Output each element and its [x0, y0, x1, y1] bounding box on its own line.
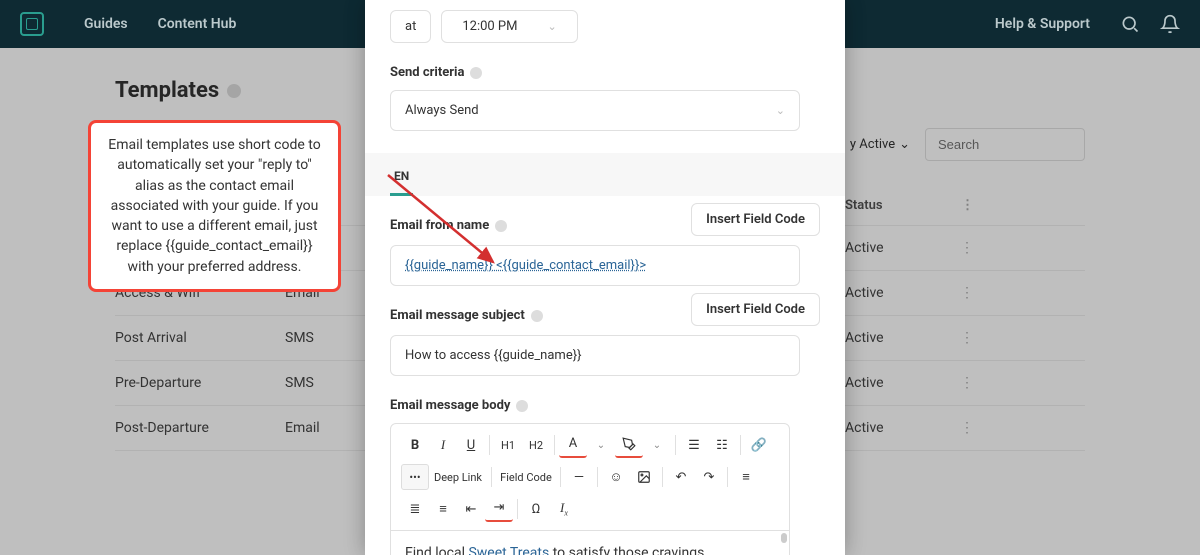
- image-button[interactable]: [630, 464, 658, 490]
- align-left-button[interactable]: ≡: [732, 464, 760, 490]
- time-at-label: at: [390, 10, 431, 43]
- scrollbar-thumb[interactable]: [781, 533, 787, 543]
- email-subject-label: Email message subject: [390, 308, 543, 323]
- bell-icon[interactable]: [1160, 14, 1180, 34]
- deep-link-button[interactable]: Deep Link: [429, 464, 487, 490]
- callout-text: Email templates use short code to automa…: [108, 137, 320, 275]
- search-icon[interactable]: [1120, 14, 1140, 34]
- email-from-label: Email from name: [390, 218, 507, 233]
- nav-help-support[interactable]: Help & Support: [995, 16, 1090, 32]
- italic-button[interactable]: I: [429, 432, 457, 458]
- indent-button[interactable]: ⇥: [485, 496, 513, 522]
- help-icon[interactable]: [470, 67, 482, 79]
- help-icon[interactable]: [495, 220, 507, 232]
- link-button[interactable]: 🔗: [745, 432, 773, 458]
- send-criteria-label: Send criteria: [390, 65, 820, 80]
- body-link[interactable]: Sweet Treats: [468, 545, 549, 555]
- nav-content-hub[interactable]: Content Hub: [158, 16, 237, 32]
- special-char-button[interactable]: Ω: [522, 496, 550, 522]
- language-tabs: EN: [365, 153, 845, 196]
- chevron-down-icon: ⌄: [776, 104, 785, 117]
- outdent-button[interactable]: ⇤: [457, 496, 485, 522]
- info-callout: Email templates use short code to automa…: [88, 120, 341, 292]
- lang-tab-en[interactable]: EN: [390, 163, 413, 196]
- emoji-button[interactable]: ☺: [602, 464, 630, 490]
- nav-guides[interactable]: Guides: [84, 16, 128, 32]
- bullet-list-button[interactable]: ☰: [680, 432, 708, 458]
- bold-button[interactable]: B: [401, 432, 429, 458]
- send-criteria-select[interactable]: Always Send ⌄: [390, 90, 800, 131]
- align-center-button[interactable]: ≣: [401, 496, 429, 522]
- numbered-list-button[interactable]: ☷: [708, 432, 736, 458]
- text-color-button[interactable]: A: [559, 432, 587, 458]
- h1-button[interactable]: H1: [494, 432, 522, 458]
- app-logo[interactable]: [20, 12, 44, 36]
- redo-button[interactable]: ↷: [695, 464, 723, 490]
- insert-field-code-button[interactable]: Insert Field Code: [691, 203, 820, 236]
- email-from-input[interactable]: {{guide_name}} <{{guide_contact_email}}>: [390, 245, 800, 286]
- insert-field-code-button[interactable]: Insert Field Code: [691, 293, 820, 326]
- chevron-down-icon: ⌄: [547, 20, 556, 33]
- highlight-button[interactable]: [615, 432, 643, 458]
- underline-button[interactable]: U: [457, 432, 485, 458]
- template-edit-modal: at 12:00 PM ⌄ Send criteria Always Send …: [365, 0, 845, 555]
- chevron-down-icon[interactable]: ⌄: [587, 432, 615, 458]
- help-icon[interactable]: [531, 310, 543, 322]
- h2-button[interactable]: H2: [522, 432, 550, 458]
- help-icon[interactable]: [516, 400, 528, 412]
- email-body-editor[interactable]: Find local Sweet Treats to satisfy those…: [390, 531, 790, 555]
- hr-button[interactable]: —: [565, 464, 593, 490]
- editor-toolbar: B I U H1 H2 A ⌄ ⌄ ☰ ☷ 🔗 ••• Deep Link: [390, 423, 790, 531]
- email-subject-input[interactable]: How to access {{guide_name}}: [390, 335, 800, 376]
- more-button[interactable]: •••: [401, 464, 429, 490]
- email-body-label: Email message body: [390, 398, 820, 413]
- undo-button[interactable]: ↶: [667, 464, 695, 490]
- clear-format-button[interactable]: Ix: [550, 496, 578, 522]
- chevron-down-icon[interactable]: ⌄: [643, 432, 671, 458]
- field-code-button[interactable]: Field Code: [496, 464, 556, 490]
- align-right-button[interactable]: ≡: [429, 496, 457, 522]
- time-select[interactable]: 12:00 PM ⌄: [441, 10, 577, 43]
